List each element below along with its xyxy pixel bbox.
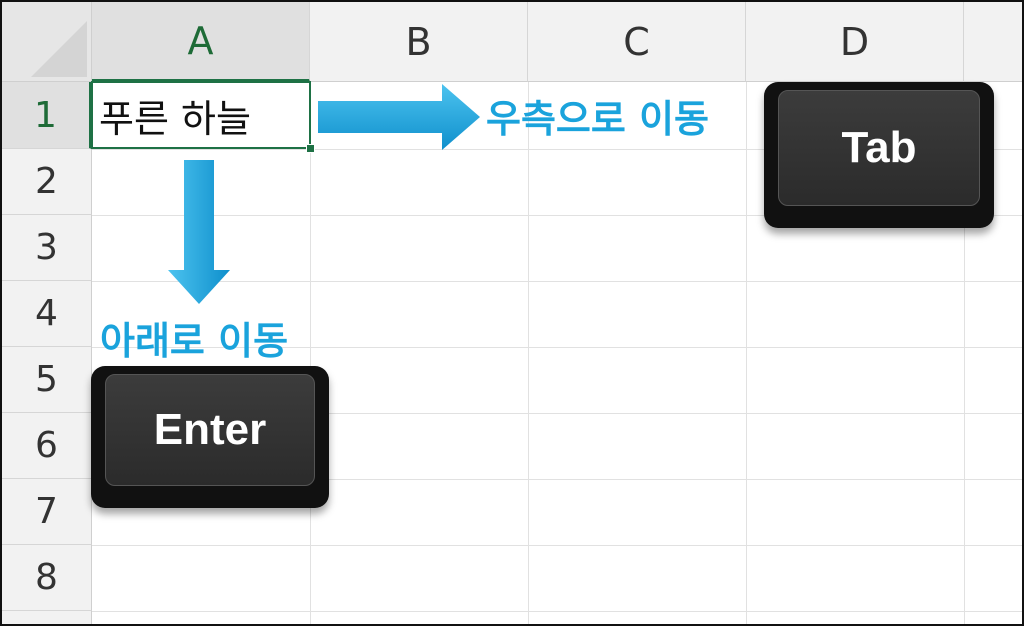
row-gridline bbox=[92, 545, 1022, 546]
row-header-8[interactable]: 8 bbox=[2, 545, 92, 611]
row-header-9[interactable] bbox=[2, 611, 92, 624]
arrow-down-icon bbox=[168, 160, 230, 304]
row-header-5[interactable]: 5 bbox=[2, 347, 92, 413]
row-header-4[interactable]: 4 bbox=[2, 281, 92, 347]
arrow-right-icon bbox=[318, 84, 480, 150]
column-header-e[interactable] bbox=[964, 2, 1022, 82]
move-down-label: 아래로 이동 bbox=[100, 319, 289, 363]
column-header-c[interactable]: C bbox=[528, 2, 746, 82]
row-header-7[interactable]: 7 bbox=[2, 479, 92, 545]
move-right-label: 우측으로 이동 bbox=[486, 97, 709, 141]
column-gridline bbox=[746, 82, 747, 624]
enter-key-label: Enter bbox=[105, 374, 315, 486]
row-header-6[interactable]: 6 bbox=[2, 413, 92, 479]
fill-handle[interactable] bbox=[306, 144, 315, 153]
enter-key: Enter bbox=[91, 366, 329, 508]
column-header-d[interactable]: D bbox=[746, 2, 964, 82]
column-header-a[interactable]: A bbox=[92, 2, 310, 82]
tab-key: Tab bbox=[764, 82, 994, 228]
column-gridline bbox=[310, 82, 311, 624]
row-gridline bbox=[92, 281, 1022, 282]
column-header-b[interactable]: B bbox=[310, 2, 528, 82]
row-header-2[interactable]: 2 bbox=[2, 149, 92, 215]
select-all-corner[interactable] bbox=[2, 2, 92, 82]
column-gridline bbox=[528, 82, 529, 624]
spreadsheet-frame: A B C D 1 2 3 4 5 6 7 8 푸른 하늘 우측으로 이동 아래… bbox=[0, 0, 1024, 626]
tab-key-label: Tab bbox=[778, 90, 980, 206]
row-gridline bbox=[92, 611, 1022, 612]
select-all-triangle-icon bbox=[31, 21, 87, 77]
row-header-3[interactable]: 3 bbox=[2, 215, 92, 281]
row-header-1[interactable]: 1 bbox=[2, 82, 92, 149]
cell-a1[interactable]: 푸른 하늘 bbox=[91, 81, 311, 149]
